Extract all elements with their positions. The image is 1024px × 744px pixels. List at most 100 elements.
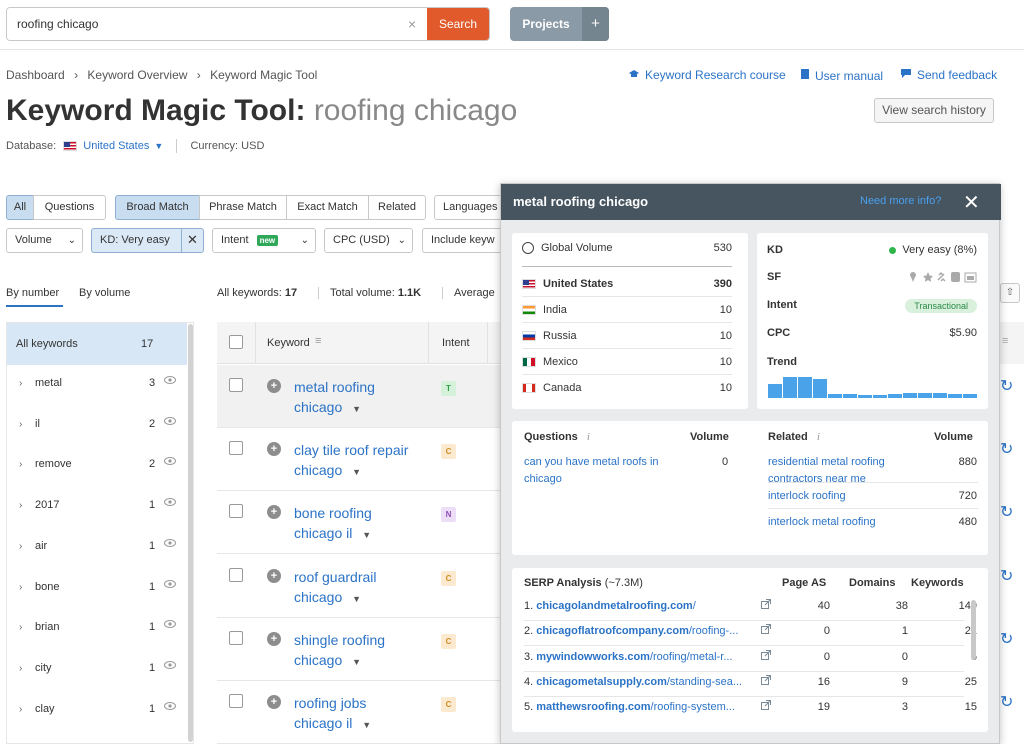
chevron-down-icon[interactable]: ▼ xyxy=(154,141,163,151)
select-all-checkbox[interactable] xyxy=(229,335,243,349)
row-checkbox[interactable] xyxy=(229,694,243,708)
eye-icon[interactable] xyxy=(164,457,176,468)
exact-match-button[interactable]: Exact Match xyxy=(286,195,369,220)
tab-by-number[interactable]: By number xyxy=(6,287,63,307)
serp-result-link[interactable]: 5. matthewsroofing.com/roofing-system... xyxy=(524,701,759,713)
add-project-icon[interactable]: + xyxy=(582,7,609,41)
sidebar-item-brian[interactable]: › brian 1 xyxy=(7,608,187,648)
external-link-icon[interactable] xyxy=(761,624,771,637)
keyword-column-header[interactable]: Keyword xyxy=(267,337,310,349)
row-checkbox[interactable] xyxy=(229,378,243,392)
serp-result-link[interactable]: 1. chicagolandmetalroofing.com/ xyxy=(524,600,759,612)
sidebar-item-all-keywords[interactable]: All keywords 17 xyxy=(7,323,187,365)
search-button[interactable]: Search xyxy=(427,8,489,40)
export-icon[interactable]: ⇧ xyxy=(1000,283,1020,303)
refresh-icon[interactable]: ↻ xyxy=(1000,376,1013,396)
serp-result-link[interactable]: 3. mywindowworks.com/roofing/metal-r... xyxy=(524,651,759,663)
sidebar-item-clay[interactable]: › clay 1 xyxy=(7,690,187,730)
info-icon[interactable]: i xyxy=(587,431,590,443)
intent-column-header[interactable]: Intent xyxy=(442,337,470,349)
sidebar-item-il[interactable]: › il 2 xyxy=(7,405,187,445)
breadcrumb-keyword-overview[interactable]: Keyword Overview xyxy=(87,68,187,82)
refresh-icon[interactable]: ↻ xyxy=(1000,439,1013,459)
eye-icon[interactable] xyxy=(164,498,176,509)
external-link-icon[interactable] xyxy=(761,674,771,688)
course-link[interactable]: Keyword Research course xyxy=(628,68,786,82)
caret-down-icon[interactable]: ▼ xyxy=(352,594,361,604)
caret-down-icon[interactable]: ▼ xyxy=(352,404,361,414)
eye-icon[interactable] xyxy=(164,620,176,631)
related-keyword-link[interactable]: interlock metal roofing xyxy=(768,514,918,531)
question-link[interactable]: can you have metal roofs in chicago xyxy=(524,454,684,488)
add-to-list-icon[interactable]: + xyxy=(267,442,281,457)
sort-icon[interactable]: ≡ xyxy=(1002,335,1008,347)
breadcrumb-dashboard[interactable]: Dashboard xyxy=(6,68,65,82)
chevron-right-icon[interactable]: › xyxy=(19,500,22,511)
sidebar-item-bone[interactable]: › bone 1 xyxy=(7,568,187,608)
chevron-right-icon[interactable]: › xyxy=(19,704,22,715)
keyword-link[interactable]: roof guardrail chicago ▼ xyxy=(294,567,434,609)
intent-filter[interactable]: Intent new ⌄ xyxy=(212,228,316,253)
eye-icon[interactable] xyxy=(164,416,176,428)
row-checkbox[interactable] xyxy=(229,630,243,645)
languages-button[interactable]: Languages xyxy=(434,195,504,220)
serp-result-link[interactable]: 4. chicagometalsupply.com/standing-sea..… xyxy=(524,676,759,688)
caret-down-icon[interactable]: ▼ xyxy=(362,720,371,730)
database-select[interactable]: United States xyxy=(83,140,149,152)
close-icon[interactable]: ✕ xyxy=(963,190,980,215)
sidebar-item-metal[interactable]: › metal 3 xyxy=(7,364,187,404)
close-icon[interactable]: ✕ xyxy=(181,228,203,253)
tab-by-volume[interactable]: By volume xyxy=(79,287,130,299)
chevron-right-icon[interactable]: › xyxy=(19,622,22,633)
include-keywords-filter[interactable]: Include keyw xyxy=(422,228,504,253)
keyword-link[interactable]: metal roofing chicago ▼ xyxy=(294,377,434,419)
sidebar-scrollbar[interactable] xyxy=(188,324,193,742)
eye-icon[interactable] xyxy=(164,538,176,550)
external-link-icon[interactable] xyxy=(761,700,771,713)
view-search-history-button[interactable]: View search history xyxy=(874,98,994,123)
keyword-link[interactable]: shingle roofing chicago ▼ xyxy=(294,630,434,672)
add-to-list-icon[interactable]: + xyxy=(267,505,281,520)
related-button[interactable]: Related xyxy=(368,195,426,220)
external-link-icon[interactable] xyxy=(761,649,771,663)
chevron-right-icon[interactable]: › xyxy=(19,378,22,389)
sidebar-item-city[interactable]: › city 1 xyxy=(7,649,187,689)
add-to-list-icon[interactable]: + xyxy=(267,568,281,583)
clear-search-icon[interactable]: × xyxy=(408,16,416,32)
serp-result-link[interactable]: 2. chicagoflatroofcompany.com/roofing-..… xyxy=(524,625,759,637)
sidebar-item-air[interactable]: › air 1 xyxy=(7,527,187,567)
keyword-link[interactable]: bone roofing chicago il ▼ xyxy=(294,503,434,545)
row-checkbox[interactable] xyxy=(229,567,243,582)
questions-button[interactable]: Questions xyxy=(33,195,106,220)
refresh-icon[interactable]: ↻ xyxy=(1000,629,1013,649)
projects-button[interactable]: Projects + xyxy=(510,7,609,41)
add-to-list-icon[interactable]: + xyxy=(267,379,281,393)
broad-match-button[interactable]: Broad Match xyxy=(115,195,200,220)
keyword-link[interactable]: clay tile roof repair chicago ▼ xyxy=(294,440,434,482)
external-link-icon[interactable] xyxy=(761,599,771,612)
search-input[interactable] xyxy=(7,8,427,40)
sidebar-item-2017[interactable]: › 2017 1 xyxy=(7,486,187,526)
row-checkbox[interactable] xyxy=(229,441,243,456)
volume-filter[interactable]: Volume ⌄ xyxy=(6,228,83,253)
chevron-right-icon[interactable]: › xyxy=(19,663,22,674)
related-keyword-link[interactable]: interlock roofing xyxy=(768,488,918,505)
all-button[interactable]: All xyxy=(6,195,34,220)
caret-down-icon[interactable]: ▼ xyxy=(362,530,371,540)
row-checkbox[interactable] xyxy=(229,504,243,519)
refresh-icon[interactable]: ↻ xyxy=(1000,692,1013,712)
sidebar-item-remove[interactable]: › remove 2 xyxy=(7,445,187,485)
caret-down-icon[interactable]: ▼ xyxy=(352,657,361,667)
refresh-icon[interactable]: ↻ xyxy=(1000,566,1013,586)
kd-filter[interactable]: KD: Very easy ✕ xyxy=(91,228,204,253)
eye-icon[interactable] xyxy=(164,579,176,591)
eye-icon[interactable] xyxy=(164,701,176,713)
caret-down-icon[interactable]: ▼ xyxy=(352,467,361,477)
chevron-right-icon[interactable]: › xyxy=(19,419,22,430)
sort-icon[interactable]: ≡ xyxy=(315,335,321,347)
add-to-list-icon[interactable]: + xyxy=(267,631,281,646)
chevron-right-icon[interactable]: › xyxy=(19,459,22,470)
phrase-match-button[interactable]: Phrase Match xyxy=(199,195,287,220)
need-more-info-link[interactable]: Need more info? xyxy=(860,195,941,207)
user-manual-link[interactable]: User manual xyxy=(800,68,883,83)
